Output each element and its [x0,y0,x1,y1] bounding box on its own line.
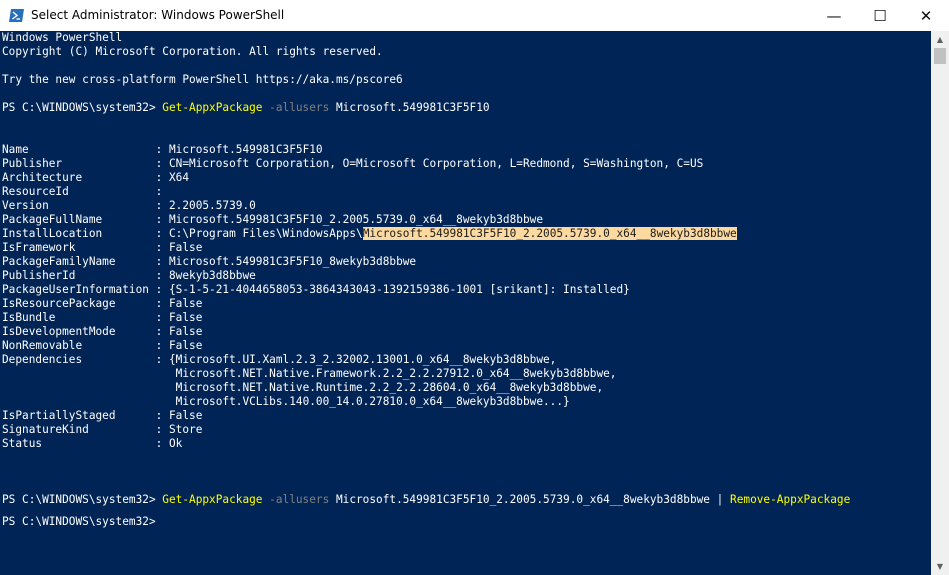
property-key: IsPartiallyStaged [2,409,156,422]
banner-line: Try the new cross-platform PowerShell ht… [2,73,403,86]
maximize-button[interactable]: ☐ [857,0,903,31]
console-output[interactable]: Windows PowerShell Copyright (C) Microso… [0,31,931,575]
property-value: : Microsoft.549981C3F5F10 [155,143,323,156]
property-key: NonRemovable [2,339,156,352]
property-row: PackageFullName : Microsoft.549981C3F5F1… [2,213,543,227]
property-key: ResourceId [2,185,156,198]
property-row: Dependencies : {Microsoft.UI.Xaml.2.3_2.… [2,353,556,367]
parameter: -allusers [262,101,330,114]
property-key: SignatureKind [2,423,156,436]
property-row: NonRemovable : False [2,339,202,353]
banner-line: Windows PowerShell [2,31,123,44]
cmdlet: Remove-AppxPackage [730,493,851,506]
close-button[interactable]: ✕ [903,0,949,31]
property-key: Name [2,143,156,156]
property-key: PackageFullName [2,213,156,226]
property-row: SignatureKind : Store [2,423,202,437]
property-key: InstallLocation [2,227,156,240]
property-value: : False [155,339,203,352]
property-key: Publisher [2,157,156,170]
property-row: Microsoft.NET.Native.Framework.2.2_2.2.2… [2,367,617,381]
property-value: : Ok [155,437,183,450]
property-row: IsBundle : False [2,311,202,325]
property-value: : False [155,311,203,324]
property-key: Dependencies [2,353,156,366]
property-row: Architecture : X64 [2,171,189,185]
property-key: Version [2,199,156,212]
scroll-down-arrow-icon[interactable]: ▼ [931,558,949,575]
argument: Microsoft.549981C3F5F10 [329,101,490,114]
property-key: IsResourcePackage [2,297,156,310]
property-value: : 2.2005.5739.0 [155,199,256,212]
property-row: Microsoft.VCLibs.140.00_14.0.27810.0_x64… [2,395,570,409]
property-value: : False [155,241,203,254]
property-value: : [155,185,163,198]
property-value: : Store [155,423,203,436]
selected-text[interactable]: Microsoft.549981C3F5F10_2.2005.5739.0_x6… [362,227,737,240]
property-key: IsBundle [2,311,156,324]
property-value: : {Microsoft.UI.Xaml.2.3_2.32002.13001.0… [155,353,557,366]
property-key: PackageUserInformation [2,283,156,296]
property-value: : False [155,297,203,310]
minimize-button[interactable]: — [811,0,857,31]
property-row: InstallLocation : C:\Program Files\Windo… [2,227,737,241]
property-value: : False [155,325,203,338]
property-key: IsDevelopmentMode [2,325,156,338]
property-value: : 8wekyb3d8bbwe [155,269,256,282]
vertical-scrollbar[interactable]: ▲ ▼ [931,31,949,575]
command-line: PS C:\WINDOWS\system32> Get-AppxPackage … [2,493,850,507]
property-row: PublisherId : 8wekyb3d8bbwe [2,269,256,283]
property-row: IsDevelopmentMode : False [2,325,202,339]
property-value: : X64 [155,171,190,184]
property-value: : Microsoft.549981C3F5F10_2.2005.5739.0_… [155,213,544,226]
property-value: : False [155,409,203,422]
cmdlet: Get-AppxPackage [162,101,263,114]
property-key: IsFramework [2,241,156,254]
property-key: PublisherId [2,269,156,282]
maximize-icon: ☐ [873,6,887,25]
property-row: IsPartiallyStaged : False [2,409,202,423]
property-row: ResourceId : [2,185,162,199]
property-key [2,381,156,394]
property-key: PackageFamilyName [2,255,156,268]
cmdlet: Get-AppxPackage [162,493,263,506]
property-row: Name : Microsoft.549981C3F5F10 [2,143,323,157]
property-key [2,367,156,380]
banner-line: Copyright (C) Microsoft Corporation. All… [2,45,383,58]
property-value: Microsoft.NET.Native.Runtime.2.2_2.2.286… [155,381,604,394]
parameter: -allusers [262,493,330,506]
property-value: : CN=Microsoft Corporation, O=Microsoft … [155,157,704,170]
powershell-window: Select Administrator: Windows PowerShell… [0,0,949,575]
property-row: PackageUserInformation : {S-1-5-21-40446… [2,283,630,297]
minimize-icon: — [826,6,842,25]
property-value: : Microsoft.549981C3F5F10_8wekyb3d8bbwe [155,255,417,268]
prompt: PS C:\WINDOWS\system32> [2,101,163,114]
scroll-thumb[interactable] [934,48,946,64]
property-key: Status [2,437,156,450]
property-value: : {S-1-5-21-4044658053-3864343043-139215… [155,283,630,296]
command-line[interactable]: PS C:\WINDOWS\system32> [2,515,156,529]
property-row: Microsoft.NET.Native.Runtime.2.2_2.2.286… [2,381,603,395]
close-icon: ✕ [919,6,933,25]
property-row: IsFramework : False [2,241,202,255]
window-title: Select Administrator: Windows PowerShell [31,8,285,22]
prompt: PS C:\WINDOWS\system32> [2,493,163,506]
property-row: PackageFamilyName : Microsoft.549981C3F5… [2,255,416,269]
property-key [2,395,156,408]
property-row: Version : 2.2005.5739.0 [2,199,256,213]
property-row: IsResourcePackage : False [2,297,202,311]
powershell-icon [9,9,24,22]
argument: Microsoft.549981C3F5F10_2.2005.5739.0_x6… [329,493,731,506]
title-bar[interactable]: Select Administrator: Windows PowerShell… [0,0,949,31]
property-key: Architecture [2,171,156,184]
property-row: Status : Ok [2,437,182,451]
property-row: Publisher : CN=Microsoft Corporation, O=… [2,157,703,171]
prompt: PS C:\WINDOWS\system32> [2,515,156,528]
property-value: Microsoft.VCLibs.140.00_14.0.27810.0_x64… [155,395,570,408]
command-line: PS C:\WINDOWS\system32> Get-AppxPackage … [2,101,490,115]
property-value: : C:\Program Files\WindowsApps\ [155,227,363,240]
property-value: Microsoft.NET.Native.Framework.2.2_2.2.2… [155,367,617,380]
scroll-up-arrow-icon[interactable]: ▲ [931,31,949,48]
